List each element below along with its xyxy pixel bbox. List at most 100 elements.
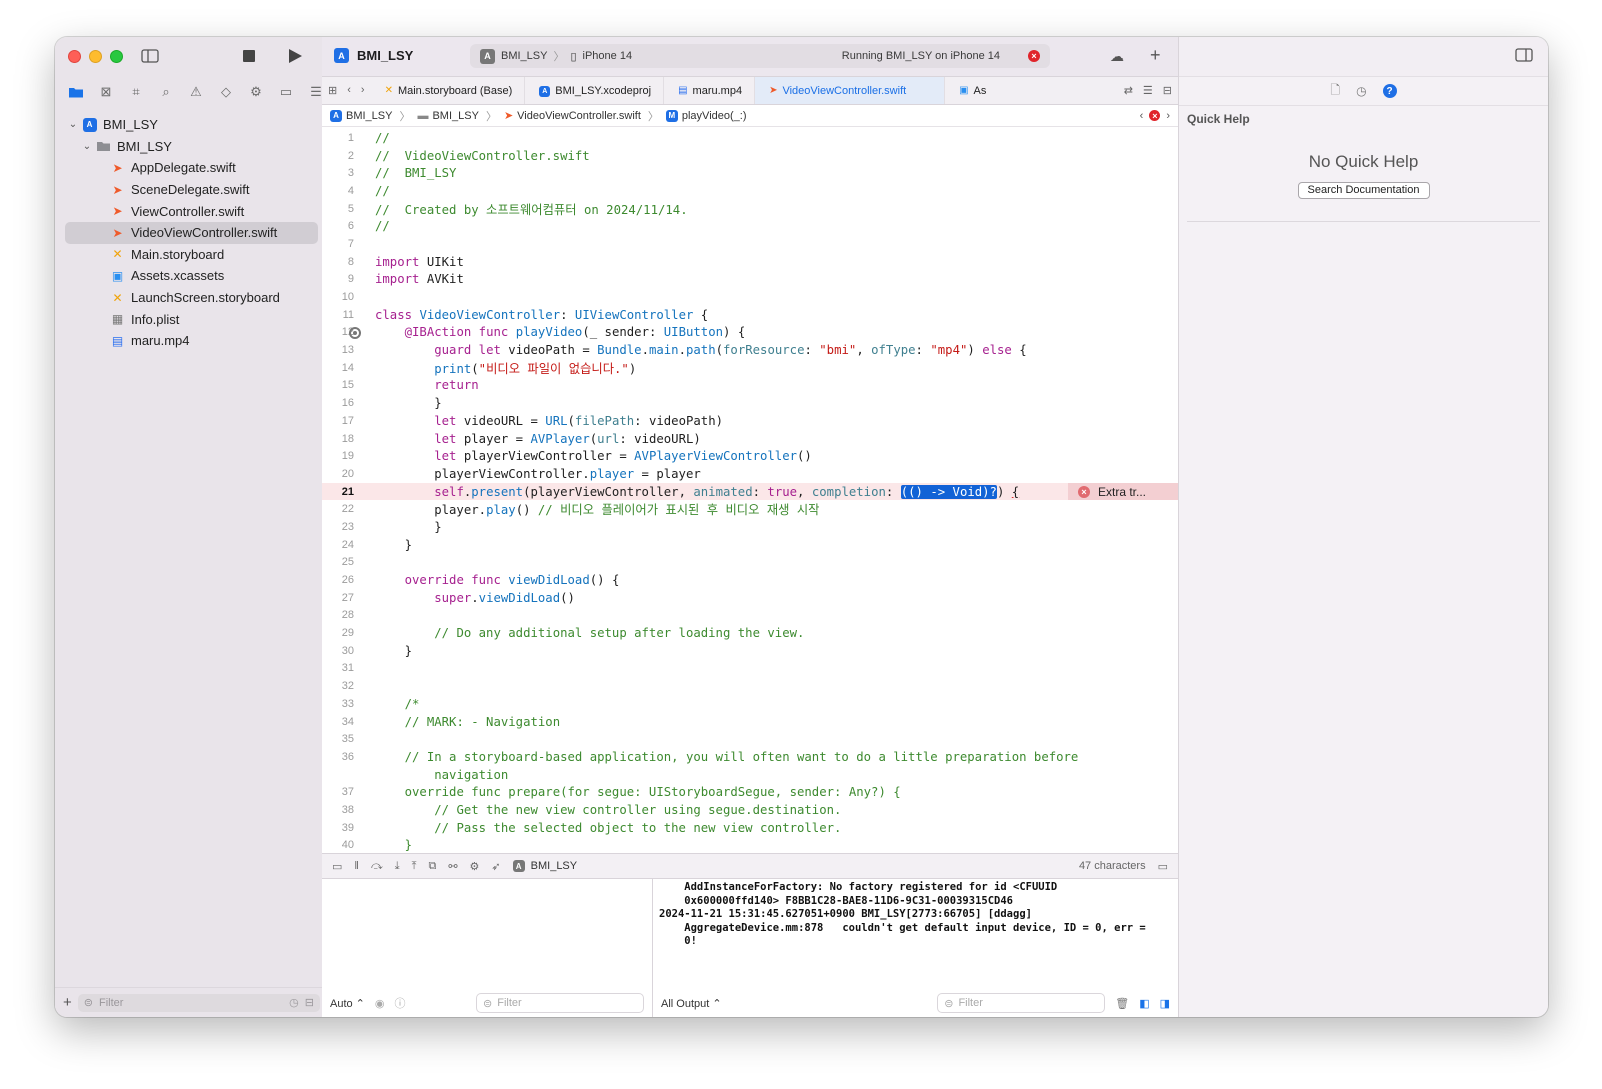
history-inspector-icon[interactable]: ◷ [1356,84,1366,98]
line-number[interactable]: 22 [322,503,362,515]
search-documentation-button[interactable]: Search Documentation [1297,182,1430,199]
line-number[interactable]: 23 [322,521,362,533]
filter-options-icon[interactable]: ⊜ [84,996,93,1009]
line-number[interactable]: 11 [322,309,362,321]
line-number[interactable]: 34 [322,716,362,728]
stop-icon[interactable] [238,47,260,65]
line-number[interactable]: 16 [322,397,362,409]
memory-graph-icon[interactable]: ⚯ [448,860,457,873]
code-line[interactable]: 34 // MARK: - Navigation [322,713,1178,731]
code-line[interactable]: 18 let player = AVPlayer(url: videoURL) [322,430,1178,448]
code-line[interactable]: 36 // In a storyboard-based application,… [322,748,1178,766]
show-console-icon[interactable]: ◨ [1160,997,1170,1010]
code-line[interactable]: 25 [322,554,1178,572]
file-inspector-icon[interactable]: 🗋 [1330,81,1340,102]
line-number[interactable]: 29 [322,627,362,639]
symbol-navigator-icon[interactable]: ⌗ [125,83,147,101]
add-icon[interactable]: + [63,994,72,1011]
activity-scheme[interactable]: BMI_LSY [501,50,547,62]
environment-icon[interactable]: ⚙ [470,860,480,873]
code-line[interactable]: 5 // Created by 소프트웨어컴퓨터 on 2024/11/14. [322,200,1178,218]
line-number[interactable]: 6 [322,220,362,232]
code-line[interactable]: 4 // [322,182,1178,200]
chevron-down-icon[interactable]: ⌄ [67,119,79,130]
line-number[interactable]: 40 [322,839,362,851]
line-number[interactable]: 30 [322,645,362,657]
line-number[interactable]: 37 [322,786,362,798]
console-toggle-icon[interactable]: ▭ [1158,860,1168,873]
jumpbar-group[interactable]: BMI_LSY [432,110,478,122]
editor-tab[interactable]: ➤ VideoViewController.swift [755,77,946,104]
location-icon[interactable]: ➶ [491,860,500,873]
line-number[interactable]: 8 [322,256,362,268]
code-line[interactable]: 11 class VideoViewController: UIViewContr… [322,306,1178,324]
jumpbar-file[interactable]: VideoViewController.swift [517,110,641,122]
jumpbar-symbol[interactable]: playVideo(_:) [682,110,747,122]
line-number[interactable]: 31 [322,662,362,674]
warning-icon[interactable]: ⚠ [185,83,207,101]
line-number[interactable]: 15 [322,379,362,391]
code-line[interactable]: 19 let playerViewController = AVPlayerVi… [322,447,1178,465]
code-line[interactable]: 33 /* [322,695,1178,713]
source-editor[interactable]: 1 // 2 // VideoViewController.swift 3 // BMI_… [322,129,1178,853]
code-line[interactable]: 30 } [322,642,1178,660]
eye-icon[interactable]: ◉ [375,997,385,1010]
code-line[interactable]: 12 @IBAction func playVideo(_ sender: UI… [322,324,1178,342]
line-number[interactable]: 27 [322,592,362,604]
variables-filter-input[interactable]: ⊜ Filter [476,993,644,1013]
activity-viewer[interactable]: A BMI_LSY 〉 ▯ iPhone 14 Running BMI_LSY … [470,44,1050,68]
output-mode-select[interactable]: All Output ⌃ [661,997,722,1010]
line-number[interactable]: 38 [322,804,362,816]
breakpoint-navigator-icon[interactable]: ▭ [275,83,297,101]
line-number[interactable]: 19 [322,450,362,462]
code-line[interactable]: 29 // Do any additional setup after load… [322,624,1178,642]
code-line[interactable]: 3 // BMI_LSY [322,164,1178,182]
line-number[interactable]: 4 [322,185,362,197]
editor-options-icon[interactable]: ☰ [1143,84,1153,97]
run-icon[interactable] [284,47,306,65]
line-number[interactable]: 1 [322,132,362,144]
test-icon[interactable]: ◇ [215,83,237,101]
editor-tab[interactable]: ✕ Main.storyboard (Base) [371,77,526,104]
step-into-icon[interactable]: ⤓ [395,860,400,873]
file-tree-item[interactable]: ▤ maru.mp4 [55,330,328,352]
editor-tab[interactable]: ▤ maru.mp4 [664,77,756,104]
minimize-window-button[interactable] [89,50,102,63]
line-number[interactable]: 25 [322,556,362,568]
code-line[interactable]: 10 [322,288,1178,306]
library-icon[interactable]: ☁ [1110,48,1124,65]
error-badge-icon[interactable]: × [1028,50,1040,62]
code-line[interactable]: 2 // VideoViewController.swift [322,147,1178,165]
file-tree-item[interactable]: ▦ Info.plist [55,308,328,330]
trash-icon[interactable]: 🗑 [1115,997,1129,1010]
line-number[interactable]: 18 [322,433,362,445]
view-hierarchy-icon[interactable]: ⧉ [428,860,436,873]
back-icon[interactable]: ‹ [347,84,351,97]
line-number[interactable]: 10 [322,291,362,303]
code-line[interactable]: 27 super.viewDidLoad() [322,589,1178,607]
line-number[interactable]: 7 [322,238,362,250]
code-line[interactable]: 16 } [322,394,1178,412]
editor-tab[interactable]: A BMI_LSY.xcodeproj [525,77,665,104]
code-line[interactable]: 28 [322,607,1178,625]
step-over-icon[interactable]: ⤼ [371,860,383,873]
line-number[interactable]: 14 [322,362,362,374]
code-line[interactable]: 38 // Get the new view controller using … [322,801,1178,819]
search-icon[interactable]: ⌕ [155,83,177,101]
line-number[interactable]: 39 [322,822,362,834]
file-tree-item[interactable]: ➤ SceneDelegate.swift [55,179,328,201]
file-tree-item[interactable]: ⌄ BMI_LSY [55,136,328,158]
jumpbar-project[interactable]: BMI_LSY [346,110,392,122]
code-line[interactable]: 37 override func prepare(for segue: UISt… [322,783,1178,801]
swap-icon[interactable]: ⇄ [1124,84,1133,97]
file-tree-item[interactable]: ✕ LaunchScreen.storyboard [55,287,328,309]
info-icon[interactable]: ⓘ [395,995,406,1011]
code-line[interactable]: 23 } [322,518,1178,536]
navigator-filter-input[interactable]: ⊜ Filter ◷ ⊟ [77,993,320,1012]
quick-help-icon[interactable]: ? [1382,84,1397,98]
file-tree-item[interactable]: ✕ Main.storyboard [55,244,328,266]
console-filter-input[interactable]: ⊜ Filter [937,993,1106,1013]
line-number[interactable]: 13 [322,344,362,356]
code-line[interactable]: 32 [322,677,1178,695]
folder-icon[interactable] [65,83,87,101]
